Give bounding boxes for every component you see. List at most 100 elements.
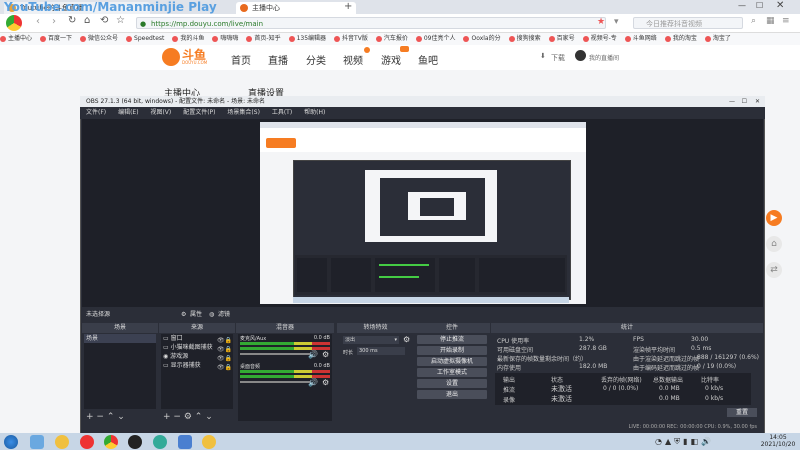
refresh-icon[interactable]: ↻ bbox=[68, 15, 76, 26]
speaker-icon[interactable]: 🔊 bbox=[308, 350, 318, 359]
taskbar-app-icon[interactable] bbox=[202, 435, 216, 449]
obs-menu-view[interactable]: 视图(V) bbox=[150, 109, 171, 116]
settings-button[interactable]: 设置 bbox=[417, 379, 487, 388]
obs-close-icon[interactable]: ✕ bbox=[755, 96, 760, 107]
duration-input[interactable]: 300 ms bbox=[357, 347, 405, 355]
nav-home[interactable]: 首页 bbox=[231, 52, 251, 67]
browser-tab-active[interactable]: 主播中心 bbox=[236, 2, 356, 14]
maximize-icon[interactable]: ☐ bbox=[756, 1, 763, 10]
back-icon[interactable]: ‹ bbox=[36, 16, 40, 27]
clock[interactable]: 14:05 2021/10/20 bbox=[760, 434, 796, 448]
studio-mode-button[interactable]: 工作室模式 bbox=[417, 368, 487, 377]
remove-icon[interactable]: − bbox=[173, 412, 181, 422]
filter-icon[interactable]: ◍ bbox=[209, 308, 214, 322]
bookmark-item[interactable]: 淘宝了 bbox=[704, 33, 731, 45]
obs-menu-tools[interactable]: 工具(T) bbox=[272, 109, 292, 116]
gear-icon[interactable]: ⚙ bbox=[403, 335, 410, 344]
bookmark-star-icon[interactable]: ★ bbox=[597, 17, 605, 27]
bookmark-item[interactable]: 我的斗鱼 bbox=[172, 33, 204, 45]
play-icon[interactable]: ▶ bbox=[766, 210, 782, 226]
bookmark-item[interactable]: 微信公众号 bbox=[80, 33, 118, 45]
menu-icon[interactable]: ≡ bbox=[782, 16, 790, 26]
avatar[interactable] bbox=[575, 50, 586, 61]
search-input[interactable]: 今日推荐抖音视频 bbox=[633, 17, 743, 29]
volume-slider[interactable] bbox=[240, 381, 310, 383]
bookmark-item[interactable]: 135编辑器 bbox=[288, 33, 326, 45]
move-down-icon[interactable]: ⌄ bbox=[205, 412, 213, 422]
download-label[interactable]: 下载 bbox=[551, 53, 565, 63]
user-label[interactable]: 我的直播间 bbox=[589, 53, 619, 62]
bookmark-item[interactable]: 我的淘宝 bbox=[664, 33, 697, 45]
download-icon[interactable]: ⬇ bbox=[540, 52, 546, 60]
taskbar-app-icon[interactable] bbox=[30, 435, 44, 449]
taskbar-app-icon[interactable] bbox=[80, 435, 94, 449]
transition-select[interactable]: 淡出 ▾ bbox=[343, 336, 399, 344]
taskbar-app-icon[interactable] bbox=[153, 435, 167, 449]
taskbar-app-icon[interactable] bbox=[128, 435, 142, 449]
bookmark-item[interactable]: 搜狗搜索 bbox=[508, 33, 541, 45]
home-icon[interactable]: ⌂ bbox=[84, 15, 90, 26]
bookmark-item[interactable]: 09佳亮个人 bbox=[415, 33, 455, 45]
dropdown-chevron-icon[interactable]: ▾ bbox=[614, 17, 619, 27]
douyu-logo[interactable]: 斗鱼 DOUYU.COM bbox=[162, 46, 212, 68]
add-icon[interactable]: + bbox=[86, 412, 94, 422]
bookmark-item[interactable]: 百度一下 bbox=[40, 33, 72, 45]
nav-game[interactable]: 游戏 bbox=[381, 52, 401, 67]
obs-menu-edit[interactable]: 编辑(E) bbox=[118, 109, 138, 116]
move-up-icon[interactable]: ⌃ bbox=[195, 412, 203, 422]
obs-minimize-icon[interactable]: — bbox=[729, 96, 735, 107]
gear-icon[interactable]: ⚙ bbox=[322, 378, 329, 387]
address-bar[interactable]: ● https://mp.douyu.com/live/main bbox=[136, 17, 606, 29]
stop-streaming-button[interactable]: 停止推流 bbox=[417, 335, 487, 344]
bookmark-item[interactable]: 抖音TV版 bbox=[334, 33, 368, 45]
scene-item[interactable]: 场景 bbox=[84, 334, 156, 343]
visibility-icons[interactable]: 👁🔒 👁🔒 👁🔒 👁🔒 bbox=[217, 336, 232, 372]
taskbar-app-icon[interactable] bbox=[104, 435, 118, 449]
tray-icons[interactable]: ◔▲⛨▮◧🔊 bbox=[655, 437, 714, 447]
history-icon[interactable]: ⟲ bbox=[100, 15, 108, 26]
start-recording-button[interactable]: 开始录制 bbox=[417, 346, 487, 355]
filters-button[interactable]: 滤镜 bbox=[218, 308, 230, 322]
obs-menu-scene-collection[interactable]: 场景集合(S) bbox=[227, 109, 260, 116]
start-button-icon[interactable] bbox=[4, 435, 18, 449]
bookmark-item[interactable]: Speedtest bbox=[126, 33, 164, 45]
obs-menu-profile[interactable]: 配置文件(P) bbox=[183, 109, 215, 116]
reset-button[interactable]: 重置 bbox=[727, 408, 757, 417]
bookmark-item[interactable]: 主播中心 bbox=[0, 33, 32, 45]
home-icon[interactable]: ⌂ bbox=[766, 236, 782, 252]
close-icon[interactable]: ✕ bbox=[776, 0, 784, 11]
forward-icon[interactable]: › bbox=[52, 16, 56, 27]
favorite-star-icon[interactable]: ☆ bbox=[116, 15, 125, 26]
obs-menu-file[interactable]: 文件(F) bbox=[86, 109, 106, 116]
move-up-icon[interactable]: ⌃ bbox=[107, 412, 115, 422]
taskbar-app-icon[interactable] bbox=[55, 435, 69, 449]
nav-category[interactable]: 分类 bbox=[306, 52, 326, 67]
minimize-icon[interactable]: — bbox=[738, 1, 746, 10]
bookmark-item[interactable]: 嗨嗨嗨 bbox=[212, 33, 238, 45]
bookmark-item[interactable]: 视频号-专 bbox=[582, 33, 617, 45]
add-icon[interactable]: + bbox=[163, 412, 171, 422]
bookmark-item[interactable]: 汽车报价 bbox=[375, 33, 408, 45]
gear-icon[interactable]: ⚙ bbox=[184, 412, 192, 422]
new-tab-icon[interactable]: + bbox=[344, 1, 352, 12]
gear-icon[interactable]: ⚙ bbox=[181, 308, 186, 322]
nav-yuba[interactable]: 鱼吧 bbox=[418, 52, 438, 67]
exit-button[interactable]: 退出 bbox=[417, 390, 487, 399]
taskbar-app-icon[interactable] bbox=[178, 435, 192, 449]
share-icon[interactable]: ⇄ bbox=[766, 262, 782, 278]
bookmark-item[interactable]: Ooxla的分 bbox=[463, 33, 501, 45]
speaker-icon[interactable]: 🔊 bbox=[308, 378, 318, 387]
nav-video[interactable]: 视频 bbox=[343, 52, 363, 67]
obs-maximize-icon[interactable]: ☐ bbox=[742, 96, 747, 107]
bookmark-item[interactable]: 首页-知乎 bbox=[246, 33, 281, 45]
virtual-camera-button[interactable]: 启动虚拟摄像机 bbox=[417, 357, 487, 366]
search-icon[interactable]: ⌕ bbox=[751, 16, 756, 26]
bookmark-item[interactable]: 斗鱼网络 bbox=[624, 33, 657, 45]
obs-menu-help[interactable]: 帮助(H) bbox=[304, 109, 325, 116]
extensions-icon[interactable]: ▦ bbox=[766, 16, 775, 26]
volume-slider[interactable] bbox=[240, 353, 310, 355]
bookmark-item[interactable]: 百家号 bbox=[548, 33, 575, 45]
remove-icon[interactable]: − bbox=[96, 412, 104, 422]
properties-button[interactable]: 属性 bbox=[190, 308, 202, 322]
nav-live[interactable]: 直播 bbox=[268, 52, 288, 67]
